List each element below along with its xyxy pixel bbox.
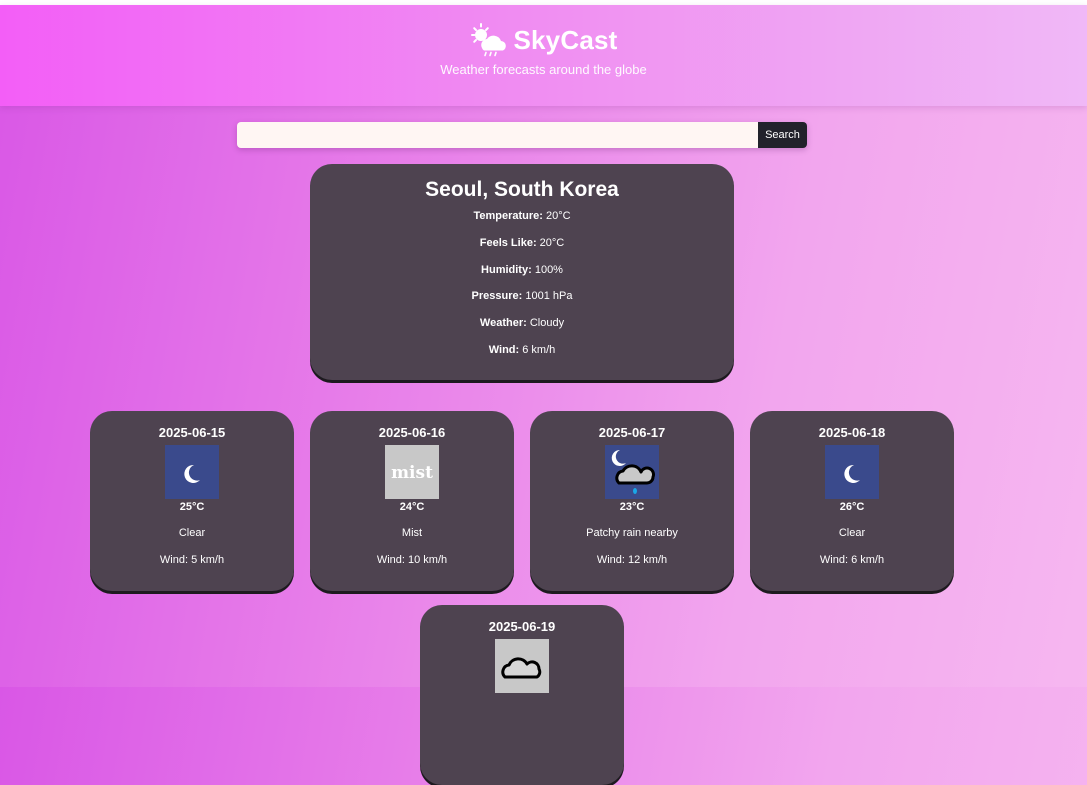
forecast-date: 2025-06-16: [378, 425, 446, 440]
forecast-date: 2025-06-17: [598, 425, 666, 440]
forecast-wind: Wind: 5 km/h: [159, 554, 225, 566]
detail-value: 6 km/h: [522, 344, 556, 356]
detail-label: Wind:: [488, 344, 520, 356]
weather-cloud-sun-rain-icon: [471, 23, 507, 57]
forecast-wind: Wind: 6 km/h: [819, 554, 885, 566]
detail-pressure: Pressure: 1001 hPa: [310, 290, 734, 302]
forecast-condition: Clear: [178, 527, 206, 539]
forecast-date: 2025-06-18: [818, 425, 886, 440]
detail-value: Cloudy: [529, 317, 565, 329]
detail-value: 1001 hPa: [525, 290, 573, 302]
moon-clear-icon: [165, 445, 219, 499]
forecast-date: 2025-06-15: [158, 425, 226, 440]
forecast-card: 2025-06-17 23°C Patchy rain nearby Wind:…: [530, 411, 734, 591]
mist-icon: mist: [385, 445, 439, 499]
site-header: SkyCast Weather forecasts around the glo…: [0, 5, 1087, 106]
detail-value: 100%: [534, 264, 563, 276]
detail-label: Feels Like:: [479, 237, 537, 249]
forecast-wind: Wind: 12 km/h: [596, 554, 668, 566]
site-title: SkyCast: [513, 24, 618, 55]
detail-value: 20°C: [545, 210, 571, 222]
forecast-condition: Patchy rain nearby: [586, 527, 678, 539]
forecast-condition: Mist: [401, 527, 423, 539]
mist-icon-text: mist: [391, 463, 433, 483]
city-search-input[interactable]: [237, 122, 758, 148]
forecast-date: 2025-06-19: [488, 619, 556, 634]
forecast-card: 2025-06-15 25°C Clear Wind: 5 km/h: [90, 411, 294, 591]
forecast-condition: Clear: [838, 527, 866, 539]
detail-feels-like: Feels Like: 20°C: [310, 237, 734, 249]
forecast-card: 2025-06-19: [420, 605, 624, 785]
detail-label: Temperature:: [473, 210, 543, 222]
forecast-temp: 23°C: [619, 501, 645, 513]
detail-temperature: Temperature: 20°C: [310, 210, 734, 222]
detail-value: 20°C: [539, 237, 565, 249]
search-bar: Search: [237, 122, 807, 148]
forecast-card: 2025-06-18 26°C Clear Wind: 6 km/h: [750, 411, 954, 591]
detail-humidity: Humidity: 100%: [310, 264, 734, 276]
location-title: Seoul, South Korea: [425, 178, 619, 201]
detail-label: Humidity:: [481, 264, 532, 276]
forecast-card: 2025-06-16 mist 24°C Mist Wind: 10 km/h: [310, 411, 514, 591]
current-weather-card: Seoul, South Korea Temperature: 20°C Fee…: [310, 164, 734, 380]
detail-label: Pressure:: [471, 290, 523, 302]
detail-weather: Weather: Cloudy: [310, 317, 734, 329]
forecast-temp: 24°C: [399, 501, 425, 513]
moon-cloud-rain-icon: [605, 445, 659, 499]
moon-clear-icon: [825, 445, 879, 499]
brand[interactable]: SkyCast: [0, 22, 1087, 58]
search-button[interactable]: Search: [758, 122, 807, 148]
forecast-wind: Wind: 10 km/h: [376, 554, 448, 566]
detail-label: Weather:: [479, 317, 527, 329]
forecast-temp: 26°C: [839, 501, 865, 513]
site-tagline: Weather forecasts around the globe: [440, 62, 647, 77]
detail-wind: Wind: 6 km/h: [310, 344, 734, 356]
forecast-temp: 25°C: [179, 501, 205, 513]
cloud-icon: [495, 639, 549, 693]
